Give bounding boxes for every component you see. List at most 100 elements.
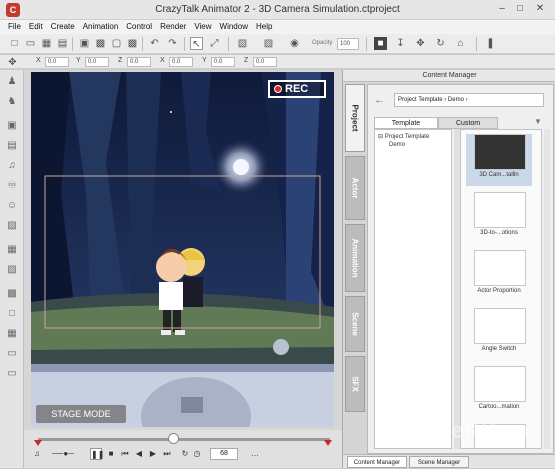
range-start-marker[interactable]	[34, 440, 42, 446]
list-item[interactable]: 3D-to-...otions	[466, 192, 532, 244]
move-icon[interactable]: ✥	[414, 37, 427, 50]
menu-file[interactable]: File	[4, 20, 25, 33]
image-icon[interactable]: ▤	[6, 140, 18, 152]
next-frame-icon[interactable]: ▶	[148, 448, 158, 460]
loop-icon[interactable]: ↻	[180, 448, 190, 460]
tab-animation[interactable]: Animation	[345, 224, 365, 292]
3d-icon[interactable]: ▩	[6, 288, 18, 300]
duplicate-icon[interactable]: ▭	[6, 368, 18, 380]
menu-animation[interactable]: Animation	[79, 20, 123, 33]
new-file-icon[interactable]: □	[8, 37, 21, 50]
flip-icon[interactable]: ▭	[6, 348, 18, 360]
menu-render[interactable]: Render	[156, 20, 190, 33]
menu-help[interactable]: Help	[252, 20, 276, 33]
home-icon[interactable]: ⌂	[454, 37, 467, 50]
close-icon[interactable]: ✕	[532, 3, 548, 16]
visibility-eye-icon[interactable]: ◉	[288, 37, 301, 50]
timeline-scrubber[interactable]	[168, 433, 179, 444]
tab-content-manager[interactable]: Content Manager	[347, 456, 407, 468]
save-icon[interactable]: ▦	[40, 37, 53, 50]
menu-edit[interactable]: Edit	[25, 20, 47, 33]
list-item[interactable]: Actor Proportion	[466, 250, 532, 302]
actor-tool-icon[interactable]: ♟	[6, 76, 18, 88]
more-options-icon[interactable]: …	[250, 448, 260, 460]
redo-icon[interactable]: ↷	[166, 37, 179, 50]
coord-x-input[interactable]: 0.0	[45, 57, 69, 67]
puppet-icon[interactable]: ♞	[6, 96, 18, 108]
vertical-tabs: Project Actor Animation Scene SFX	[345, 84, 365, 456]
content-area: ← Project Template › Demo › Template Cus…	[367, 84, 554, 454]
render-icon[interactable]: ▢	[110, 37, 123, 50]
tab-scene-manager[interactable]: Scene Manager	[409, 456, 469, 468]
timeline-track[interactable]	[38, 438, 330, 441]
camera-mode-icon[interactable]: ■	[374, 37, 387, 50]
clock-icon[interactable]: ◷	[192, 448, 202, 460]
menu-create[interactable]: Create	[47, 20, 79, 33]
tab-project[interactable]: Project	[345, 84, 365, 152]
frame-number-field[interactable]: 68	[210, 448, 238, 460]
list-item[interactable]: 3D Cam...tallin	[466, 134, 532, 186]
tab-scene[interactable]: Scene	[345, 296, 365, 352]
go-start-icon[interactable]: ⏮	[120, 448, 130, 460]
audio-icon[interactable]: ❚	[484, 37, 497, 50]
open-folder-icon[interactable]: ▭	[24, 37, 37, 50]
import-icon[interactable]: ▤	[56, 37, 69, 50]
rot-x-input[interactable]: 0.0	[169, 57, 193, 67]
record-dot-icon	[274, 85, 282, 93]
stage-canvas[interactable]: REC STAGE MODE	[31, 72, 334, 427]
mask-icon[interactable]: ▧	[6, 264, 18, 276]
stop-icon[interactable]: ■	[106, 448, 116, 460]
window-title: CrazyTalk Animator 2 - 3D Camera Simulat…	[155, 4, 400, 15]
tab-sfx[interactable]: SFX	[345, 356, 365, 412]
minimize-icon[interactable]: –	[494, 3, 510, 16]
prev-frame-icon[interactable]: ◀	[134, 448, 144, 460]
video-icon[interactable]: ▩	[126, 37, 139, 50]
rot-y-input[interactable]: 0.0	[211, 57, 235, 67]
filter-dropdown-icon[interactable]: ▼	[534, 117, 542, 126]
go-end-icon[interactable]: ⏭	[162, 448, 172, 460]
frame-icon[interactable]: □	[6, 308, 18, 320]
grid-icon[interactable]: ▦	[6, 328, 18, 340]
stage-mode-button[interactable]: STAGE MODE	[36, 405, 126, 423]
opacity-field[interactable]: 100	[337, 38, 359, 50]
pause-icon[interactable]: ❚❚	[90, 448, 104, 460]
music-note-icon[interactable]: ♫	[6, 160, 18, 172]
motion-icon[interactable]: ♾	[6, 180, 18, 192]
transform-icon[interactable]: ⤢	[208, 37, 221, 50]
volume-icon[interactable]: ♫	[32, 448, 42, 460]
export-icon[interactable]: ▩	[94, 37, 107, 50]
rot-z-input[interactable]: 0.0	[253, 57, 277, 67]
tree-item[interactable]: Demo	[389, 142, 405, 148]
face-icon[interactable]: ☺	[6, 200, 18, 212]
list-item[interactable]: Cartoo...mation	[466, 366, 532, 418]
tab-actor[interactable]: Actor	[345, 156, 365, 220]
volume-slider[interactable]: ──●─	[46, 448, 80, 460]
timeline-icon[interactable]: ▦	[6, 244, 18, 256]
thumbnail-scrollbar[interactable]	[544, 129, 550, 449]
coord-label: Z	[118, 57, 123, 64]
rotate-icon[interactable]: ↻	[434, 37, 447, 50]
undo-icon[interactable]: ↶	[148, 37, 161, 50]
maximize-icon[interactable]: □	[512, 3, 528, 16]
range-end-marker[interactable]	[324, 440, 332, 446]
menu-window[interactable]: Window	[216, 20, 252, 33]
menu-control[interactable]: Control	[122, 20, 156, 33]
menu-view[interactable]: View	[190, 20, 215, 33]
align-icon[interactable]: ▧	[236, 37, 249, 50]
tree-item[interactable]: ⊟ Project Template	[378, 133, 429, 140]
menu-bar: File Edit Create Animation Control Render View…	[0, 20, 555, 34]
coord-y-input[interactable]: 0.0	[85, 57, 109, 67]
breadcrumb[interactable]: Project Template › Demo ›	[394, 93, 544, 107]
select-pointer-icon[interactable]: ↖	[190, 37, 203, 50]
folder-tree: ⊟ Project Template Demo	[374, 129, 452, 449]
tab-template[interactable]: Template	[374, 117, 438, 129]
layer-icon[interactable]: ▨	[6, 220, 18, 232]
move-down-icon[interactable]: ↧	[394, 37, 407, 50]
cart-icon[interactable]: ▣	[78, 37, 91, 50]
list-item[interactable]: Angle Switch	[466, 308, 532, 360]
tab-custom[interactable]: Custom	[438, 117, 498, 129]
back-arrow-icon[interactable]: ←	[374, 95, 388, 106]
composer-icon[interactable]: ▣	[6, 120, 18, 132]
coord-z-input[interactable]: 0.0	[127, 57, 151, 67]
group-icon[interactable]: ▨	[262, 37, 275, 50]
